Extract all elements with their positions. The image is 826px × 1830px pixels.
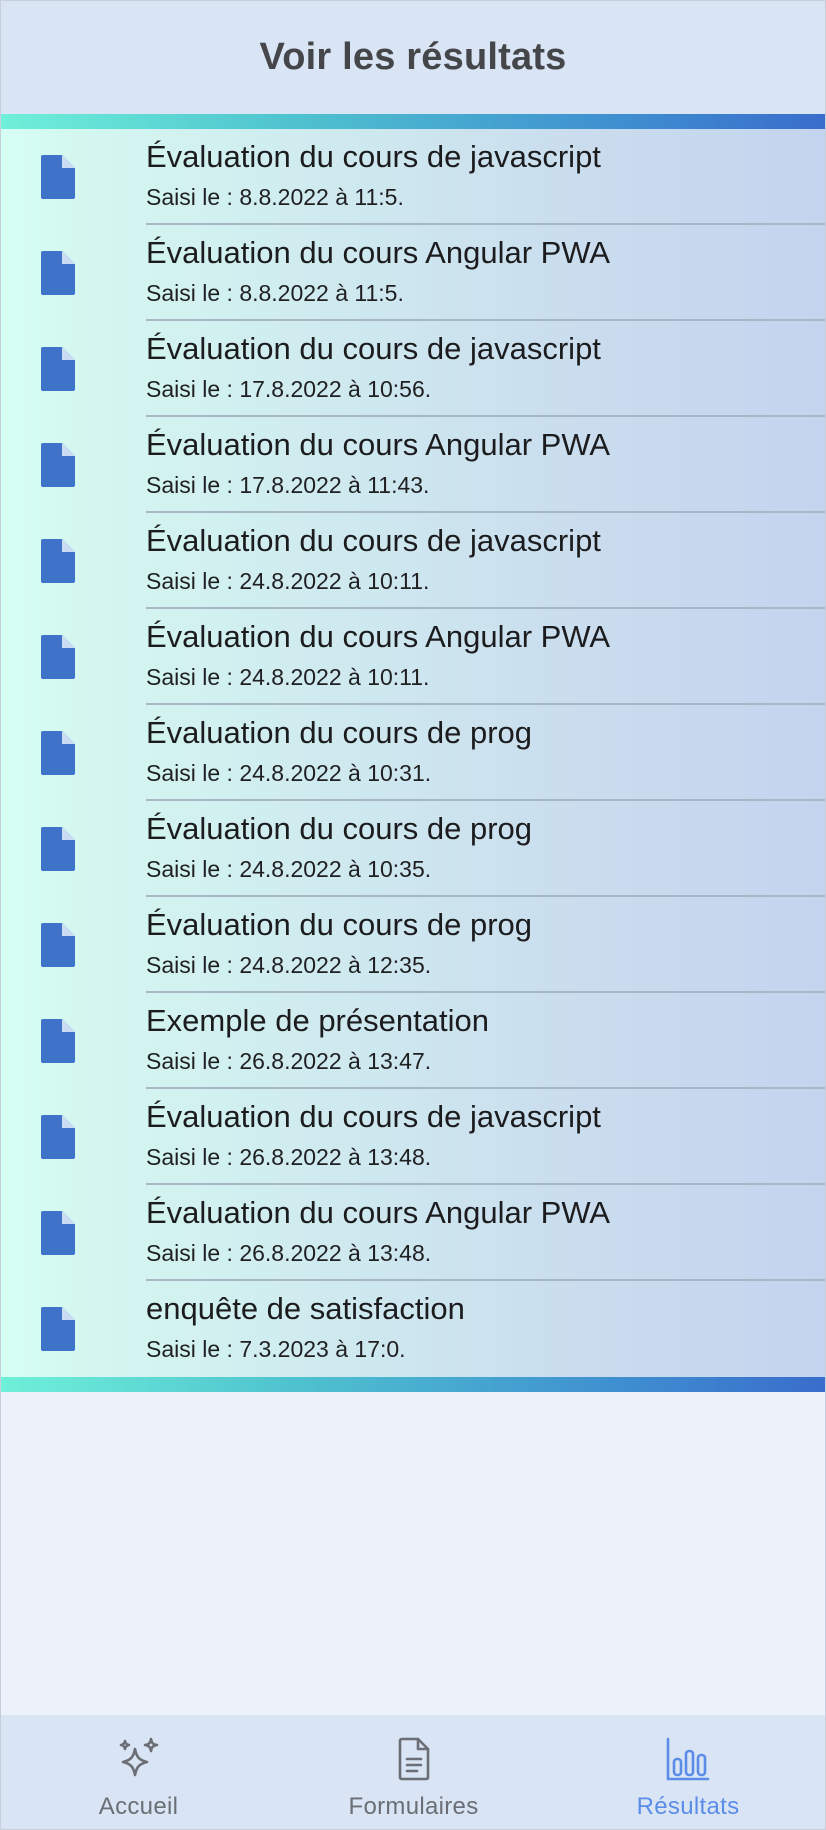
result-date: Saisi le : 24.8.2022 à 10:11. bbox=[146, 664, 430, 690]
nav-label: Accueil bbox=[98, 1793, 179, 1820]
result-item[interactable]: Évaluation du cours de javascript Saisi … bbox=[1, 321, 825, 417]
file-icon bbox=[41, 1211, 75, 1255]
file-icon bbox=[41, 443, 75, 487]
file-icon bbox=[41, 1019, 75, 1063]
results-list: Évaluation du cours de javascript Saisi … bbox=[1, 129, 825, 1377]
result-title: Évaluation du cours de prog bbox=[146, 715, 533, 750]
result-item[interactable]: Évaluation du cours de javascript Saisi … bbox=[1, 513, 825, 609]
result-date: Saisi le : 8.8.2022 à 11:5. bbox=[146, 280, 404, 306]
result-date: Saisi le : 8.8.2022 à 11:5. bbox=[146, 184, 404, 210]
result-item[interactable]: Évaluation du cours Angular PWA Saisi le… bbox=[1, 225, 825, 321]
result-item[interactable]: Exemple de présentation Saisi le : 26.8.… bbox=[1, 993, 825, 1089]
document-icon bbox=[390, 1735, 438, 1783]
result-date: Saisi le : 17.8.2022 à 11:43. bbox=[146, 472, 430, 498]
file-icon bbox=[41, 155, 75, 199]
result-date: Saisi le : 26.8.2022 à 13:47. bbox=[146, 1048, 432, 1074]
bar-chart-icon bbox=[664, 1735, 712, 1783]
file-icon bbox=[41, 347, 75, 391]
result-item[interactable]: Évaluation du cours Angular PWA Saisi le… bbox=[1, 609, 825, 705]
result-date: Saisi le : 24.8.2022 à 10:11. bbox=[146, 568, 430, 594]
file-icon bbox=[41, 539, 75, 583]
result-date: Saisi le : 26.8.2022 à 13:48. bbox=[146, 1240, 432, 1266]
bottom-gradient-bar bbox=[1, 1377, 825, 1392]
result-title: Évaluation du cours de javascript bbox=[146, 1099, 601, 1134]
nav-item-resultats[interactable]: Résultats bbox=[551, 1715, 825, 1829]
file-icon bbox=[41, 827, 75, 871]
file-icon bbox=[41, 923, 75, 967]
result-date: Saisi le : 24.8.2022 à 12:35. bbox=[146, 952, 432, 978]
file-icon bbox=[41, 731, 75, 775]
result-title: enquête de satisfaction bbox=[146, 1291, 465, 1326]
file-icon bbox=[41, 251, 75, 295]
result-date: Saisi le : 24.8.2022 à 10:31. bbox=[146, 760, 432, 786]
app-header: Voir les résultats bbox=[1, 1, 825, 114]
nav-item-accueil[interactable]: Accueil bbox=[1, 1715, 276, 1829]
result-title: Exemple de présentation bbox=[146, 1003, 489, 1038]
result-item[interactable]: Évaluation du cours de prog Saisi le : 2… bbox=[1, 897, 825, 993]
result-item[interactable]: Évaluation du cours Angular PWA Saisi le… bbox=[1, 1185, 825, 1281]
nav-label: Résultats bbox=[636, 1793, 740, 1820]
result-title: Évaluation du cours de javascript bbox=[146, 139, 601, 174]
result-item[interactable]: Évaluation du cours de javascript Saisi … bbox=[1, 1089, 825, 1185]
file-icon bbox=[41, 635, 75, 679]
sparkles-icon bbox=[115, 1735, 163, 1783]
result-item[interactable]: Évaluation du cours de javascript Saisi … bbox=[1, 129, 825, 225]
result-item[interactable]: enquête de satisfaction Saisi le : 7.3.2… bbox=[1, 1281, 825, 1377]
result-title: Évaluation du cours de javascript bbox=[146, 331, 601, 366]
result-title: Évaluation du cours Angular PWA bbox=[146, 427, 611, 462]
result-title: Évaluation du cours de prog bbox=[146, 811, 533, 846]
result-date: Saisi le : 7.3.2023 à 17:0. bbox=[146, 1336, 406, 1362]
result-title: Évaluation du cours Angular PWA bbox=[146, 1195, 611, 1230]
result-date: Saisi le : 24.8.2022 à 10:35. bbox=[146, 856, 432, 882]
file-icon bbox=[41, 1115, 75, 1159]
nav-item-formulaires[interactable]: Formulaires bbox=[276, 1715, 551, 1829]
result-item[interactable]: Évaluation du cours Angular PWA Saisi le… bbox=[1, 417, 825, 513]
file-icon bbox=[41, 1307, 75, 1351]
app-frame: Voir les résultats Évaluation du cours d… bbox=[0, 0, 826, 1830]
result-date: Saisi le : 26.8.2022 à 13:48. bbox=[146, 1144, 432, 1170]
result-title: Évaluation du cours de javascript bbox=[146, 523, 601, 558]
bottom-nav: Accueil Formulaires Résultats bbox=[1, 1715, 825, 1829]
result-item[interactable]: Évaluation du cours de prog Saisi le : 2… bbox=[1, 705, 825, 801]
result-title: Évaluation du cours Angular PWA bbox=[146, 619, 611, 654]
result-title: Évaluation du cours de prog bbox=[146, 907, 533, 942]
result-date: Saisi le : 17.8.2022 à 10:56. bbox=[146, 376, 432, 402]
result-title: Évaluation du cours Angular PWA bbox=[146, 235, 611, 270]
page-title: Voir les résultats bbox=[259, 36, 567, 78]
top-gradient-bar bbox=[1, 114, 825, 129]
result-item[interactable]: Évaluation du cours de prog Saisi le : 2… bbox=[1, 801, 825, 897]
nav-label: Formulaires bbox=[348, 1793, 479, 1820]
